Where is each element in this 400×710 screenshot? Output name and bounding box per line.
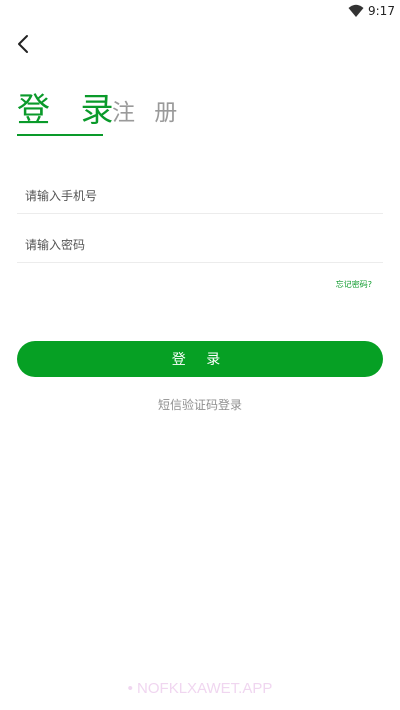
status-bar: 9:17 xyxy=(0,0,400,24)
password-input[interactable] xyxy=(17,227,383,263)
login-screen: 9:17 登 录 注 册 忘记密码? 登 录 短信验证码登录 • NOFKLXA… xyxy=(0,0,400,710)
tab-register[interactable]: 注 册 xyxy=(112,99,183,127)
tab-login-underline xyxy=(17,134,103,136)
tab-login[interactable]: 登 录 xyxy=(17,90,124,130)
wifi-icon xyxy=(348,3,364,17)
phone-input[interactable] xyxy=(17,178,383,214)
back-button[interactable] xyxy=(10,30,38,58)
login-button[interactable]: 登 录 xyxy=(17,341,383,377)
sms-login-link[interactable]: 短信验证码登录 xyxy=(0,396,400,413)
status-time: 9:17 xyxy=(368,4,395,18)
watermark: • NOFKLXAWET.APP xyxy=(127,680,273,697)
forgot-password-link[interactable]: 忘记密码? xyxy=(336,279,372,290)
chevron-left-icon xyxy=(18,35,28,53)
